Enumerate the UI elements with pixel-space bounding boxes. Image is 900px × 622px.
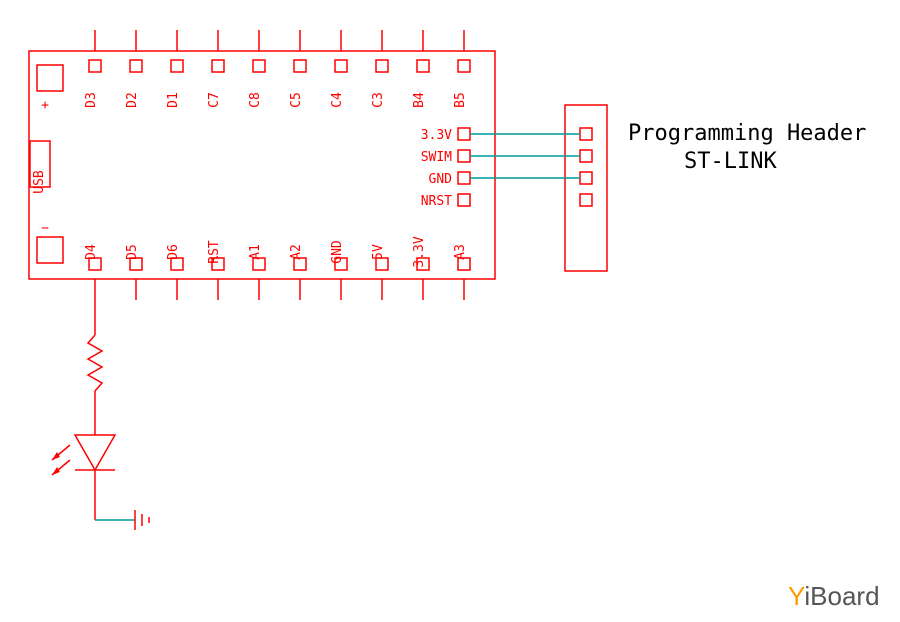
svg-text:RST: RST bbox=[207, 240, 222, 264]
pad-bottom-left bbox=[37, 237, 63, 263]
svg-text:GND: GND bbox=[429, 172, 453, 187]
logo: YiBoard bbox=[788, 581, 880, 611]
svg-text:D3: D3 bbox=[84, 92, 99, 108]
svg-text:D5: D5 bbox=[125, 244, 140, 260]
pad-top-left bbox=[37, 65, 63, 91]
svg-text:D1: D1 bbox=[166, 92, 181, 108]
svg-text:C8: C8 bbox=[248, 92, 263, 108]
top-pin-B4: B4 bbox=[412, 30, 429, 108]
svg-text:D6: D6 bbox=[166, 244, 181, 260]
bottom-pin-A2: A2 bbox=[289, 244, 306, 300]
header-title-line2: ST-LINK bbox=[684, 149, 777, 174]
led-branch bbox=[52, 300, 149, 530]
svg-text:3.3V: 3.3V bbox=[412, 236, 427, 267]
prog-pins-board: 3.3V SWIM GND NRST bbox=[421, 128, 470, 209]
top-pin-row: D3 D2 D1 C7 C8 C5 C4 C3 B4 B5 bbox=[84, 30, 470, 108]
led-icon bbox=[52, 435, 115, 475]
svg-text:5V: 5V bbox=[371, 244, 386, 260]
svg-text:A2: A2 bbox=[289, 244, 304, 260]
bottom-pin-D5: D5 bbox=[125, 244, 142, 300]
minus-mark: − bbox=[41, 221, 49, 236]
top-pin-D1: D1 bbox=[166, 30, 183, 108]
prog-wires bbox=[470, 134, 580, 178]
svg-text:D4: D4 bbox=[84, 244, 99, 260]
svg-text:C3: C3 bbox=[371, 92, 386, 108]
svg-text:A1: A1 bbox=[248, 244, 263, 260]
top-pin-C4: C4 bbox=[330, 30, 347, 108]
top-pin-C8: C8 bbox=[248, 30, 265, 108]
svg-text:A3: A3 bbox=[453, 244, 468, 260]
svg-text:C5: C5 bbox=[289, 92, 304, 108]
ground-icon bbox=[95, 510, 149, 530]
schematic-canvas: + − USB D3 D2 D1 C7 C8 C5 C4 C3 B4 B5 D4… bbox=[0, 0, 900, 622]
svg-text:B4: B4 bbox=[412, 92, 427, 108]
svg-text:C7: C7 bbox=[207, 92, 222, 108]
bottom-pin-row: D4 D5 D6 RST A1 A2 GND 5V 3.3V A3 bbox=[84, 236, 470, 300]
programming-header-outline bbox=[565, 105, 607, 271]
top-pin-B5: B5 bbox=[453, 30, 470, 108]
svg-text:GND: GND bbox=[330, 240, 345, 264]
top-pin-D2: D2 bbox=[125, 30, 142, 108]
svg-text:SWIM: SWIM bbox=[421, 150, 452, 165]
top-pin-C3: C3 bbox=[371, 30, 388, 108]
programming-header-pins bbox=[580, 128, 592, 206]
bottom-pin-5V: 5V bbox=[371, 244, 388, 300]
top-pin-C7: C7 bbox=[207, 30, 224, 108]
bottom-pin-D4: D4 bbox=[84, 244, 101, 300]
svg-text:B5: B5 bbox=[453, 92, 468, 108]
bottom-pin-A3: A3 bbox=[453, 244, 470, 300]
svg-text:NRST: NRST bbox=[421, 194, 452, 209]
svg-text:YiBoard: YiBoard bbox=[788, 581, 880, 611]
top-pin-D3: D3 bbox=[84, 30, 101, 108]
usb-label: USB bbox=[32, 170, 47, 194]
bottom-pin-D6: D6 bbox=[166, 244, 183, 300]
top-pin-C5: C5 bbox=[289, 30, 306, 108]
bottom-pin-3v3: 3.3V bbox=[412, 236, 429, 300]
bottom-pin-RST: RST bbox=[207, 240, 224, 300]
resistor-icon bbox=[88, 335, 102, 391]
plus-mark: + bbox=[41, 98, 49, 113]
svg-text:D2: D2 bbox=[125, 92, 140, 108]
bottom-pin-A1: A1 bbox=[248, 244, 265, 300]
header-title-line1: Programming Header bbox=[628, 121, 866, 146]
svg-text:3.3V: 3.3V bbox=[421, 128, 452, 143]
svg-text:C4: C4 bbox=[330, 92, 345, 108]
bottom-pin-GND: GND bbox=[330, 240, 347, 300]
